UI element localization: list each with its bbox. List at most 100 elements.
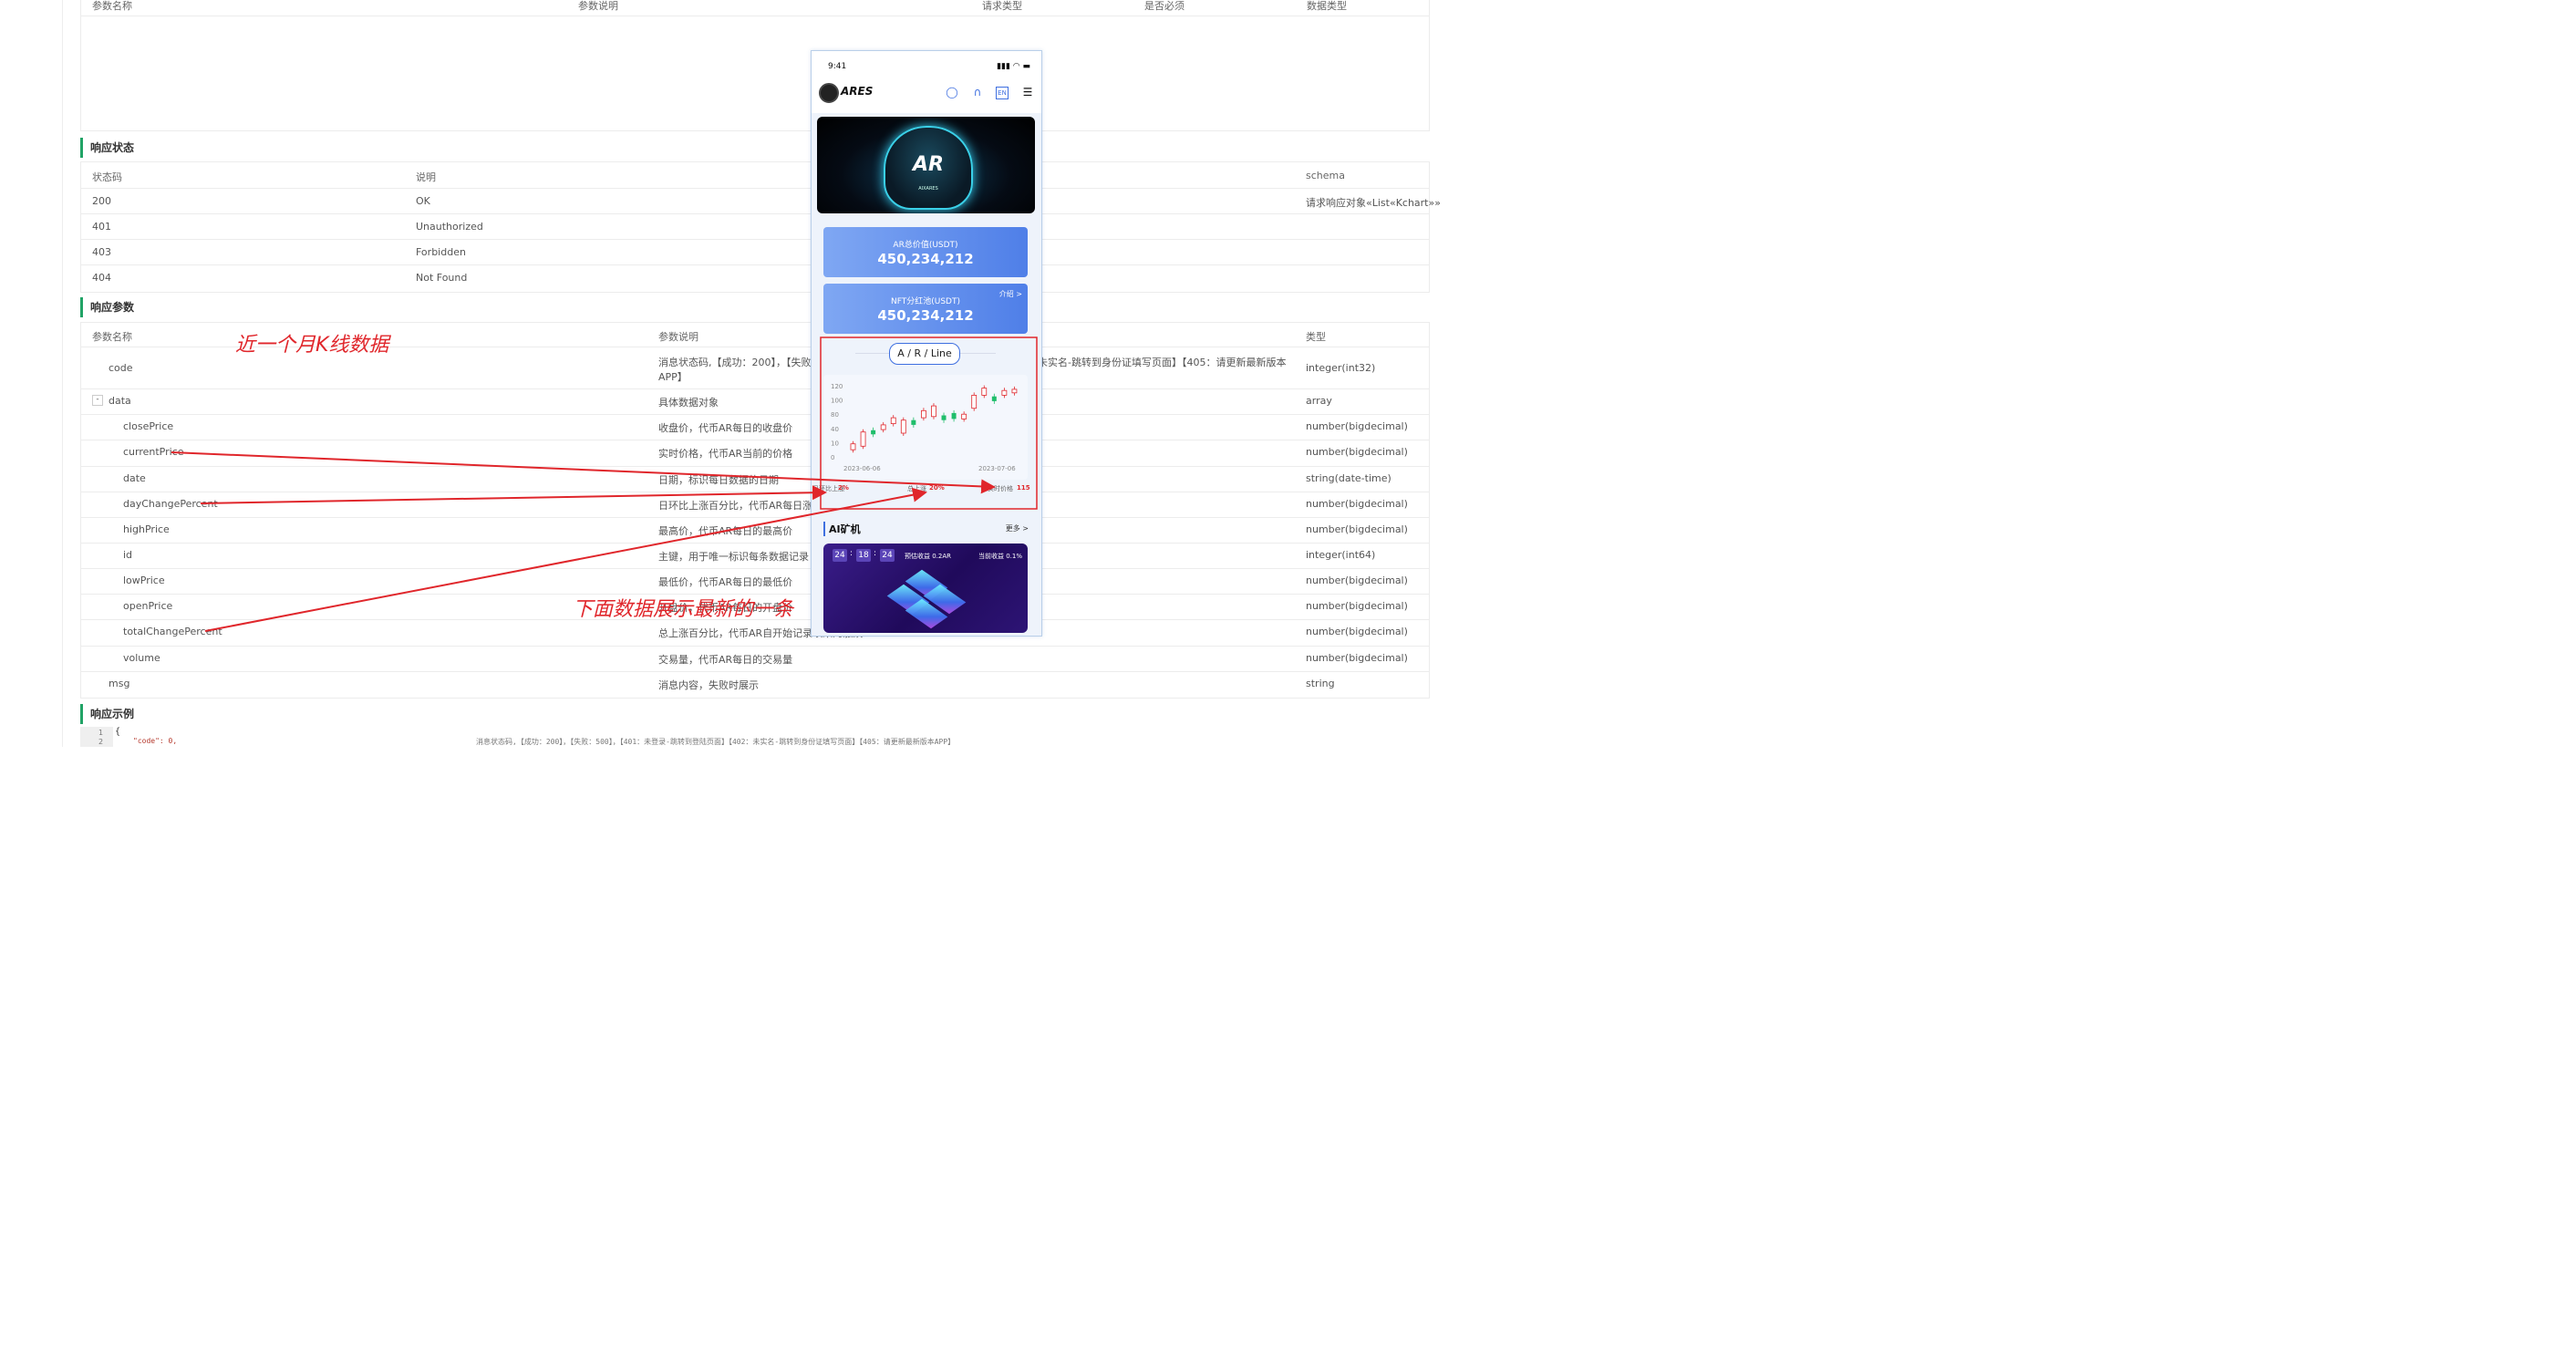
param-name: highPrice: [123, 523, 170, 535]
param-desc: 消息内容，失败时展示: [658, 679, 759, 691]
param-desc: 最高价，代币AR每日的最高价: [658, 525, 793, 537]
page: 参数名称 参数说明 请求类型 是否必须 数据类型 响应状态 状态码 说明 sch…: [0, 0, 1441, 747]
param-name: closePrice: [123, 420, 174, 432]
param-type: number(bigdecimal): [1306, 652, 1408, 664]
status-bar: 9:41 ▮▮▮ ◠ ▬: [812, 51, 1041, 80]
banner-sub: AIXARES: [918, 186, 938, 192]
param-desc: 主键，用于唯一标识每条数据记录: [658, 551, 809, 563]
candle-body: [890, 417, 896, 424]
candle-body: [961, 413, 967, 419]
y-tick-label: 0: [831, 454, 834, 461]
candle-body: [871, 430, 876, 435]
param-type: number(bigdecimal): [1306, 575, 1408, 586]
param-desc-right: 未实名-跳转到身份证填写页面】【405：请更新最新版本: [1038, 357, 1287, 368]
stat-total-label: 总上涨: [907, 485, 926, 492]
header-status-code: 状态码: [92, 171, 122, 183]
api-doc: 参数名称 参数说明 请求类型 是否必须 数据类型 响应状态 状态码 说明 sch…: [80, 0, 1441, 747]
code-comment: 消息状态码,【成功：200】，【失败：500】，【401：未登录-跳转到登陆页面…: [476, 738, 956, 746]
line-gutter: [80, 727, 113, 747]
status-schema[interactable]: 请求响应对象«List«Kchart»»: [1306, 195, 1441, 210]
language-icon[interactable]: EN: [996, 87, 1009, 99]
logo-icon: [819, 83, 839, 103]
line-number: 2: [98, 738, 104, 746]
status-code: 401: [92, 221, 111, 233]
candle-body: [850, 443, 856, 450]
param-type: number(bigdecimal): [1306, 600, 1408, 612]
stat-price-value: 115: [1017, 484, 1030, 492]
x-tick-label: 2023-07-06: [978, 465, 1016, 472]
param-type: number(bigdecimal): [1306, 626, 1408, 637]
status-code: 404: [92, 272, 111, 284]
header-param-name: 参数名称: [92, 0, 132, 12]
chart-tab[interactable]: A / R / Line: [889, 343, 960, 365]
header-required: 是否必须: [1144, 0, 1185, 12]
param-type: integer(int32): [1306, 362, 1376, 374]
y-tick-label: 100: [831, 398, 843, 405]
left-gutter: [0, 0, 63, 747]
candle-body: [991, 396, 997, 401]
line-number: 1: [98, 729, 104, 737]
param-type: integer(int64): [1306, 549, 1376, 561]
param-desc: 收盘价，代币AR每日的收盘价: [658, 422, 793, 434]
param-name: lowPrice: [123, 575, 165, 586]
signal-battery-icon: ▮▮▮ ◠ ▬: [997, 62, 1030, 71]
phone-mockup: 9:41 ▮▮▮ ◠ ▬ ARES ◯ ∩ EN ☰ AR AIXARES AR…: [811, 50, 1042, 637]
candle-body: [981, 388, 988, 396]
header-request-type: 请求类型: [982, 0, 1022, 12]
expand-toggle[interactable]: -: [92, 395, 103, 406]
param-type: string: [1306, 678, 1335, 689]
param-type: number(bigdecimal): [1306, 498, 1408, 510]
param-name: volume: [123, 652, 160, 664]
nft-pool-card: 介绍 > NFT分红池(USDT) 450,234,212: [823, 284, 1028, 334]
kline-chart: 12010080401002023-06-06 2023-07-06: [831, 383, 1018, 472]
param-type: number(bigdecimal): [1306, 523, 1408, 535]
timer-hours: 24: [833, 549, 847, 562]
response-params-title: 响应参数: [80, 297, 134, 317]
param-name: dayChangePercent: [123, 498, 218, 510]
response-example-title: 响应示例: [80, 704, 134, 724]
ai-expected: 预估收益 0.2AR: [905, 553, 952, 560]
y-tick-label: 80: [831, 411, 839, 419]
ai-more-link[interactable]: 更多 >: [1006, 523, 1029, 533]
user-icon[interactable]: ◯: [945, 85, 959, 99]
param-name: date: [123, 472, 146, 484]
request-params-box: 参数名称 参数说明 请求类型 是否必须 数据类型: [80, 0, 1430, 131]
param-desc: 消息状态码,【成功：200】，【失败: [658, 357, 812, 368]
candle-body: [951, 412, 957, 419]
param-name: totalChangePercent: [123, 626, 222, 637]
annotation-top: 近一个月K线数据: [235, 334, 389, 357]
ai-current: 当前收益 0.1%: [978, 553, 1023, 560]
param-type: number(bigdecimal): [1306, 420, 1408, 432]
card-value: 450,234,212: [877, 307, 974, 324]
param-desc: 交易量，代币AR每日的交易量: [658, 654, 793, 666]
status-code: 200: [92, 195, 111, 207]
candle-body: [1011, 388, 1018, 394]
header-schema: schema: [1306, 170, 1345, 181]
candle-body: [911, 419, 916, 425]
card-label: AR总价值(USDT): [893, 241, 958, 250]
candle-body: [971, 394, 978, 409]
stat-price-label: 实时价格: [988, 485, 1013, 492]
code-editor[interactable]: 1 2 { "code": 0, 消息状态码,【成功：200】，【失败：500】…: [80, 727, 1430, 747]
headset-icon[interactable]: ∩: [970, 85, 985, 99]
card-value: 450,234,212: [877, 251, 974, 267]
brand-name: ARES: [841, 85, 874, 98]
menu-icon[interactable]: ☰: [1020, 85, 1035, 99]
ai-miner-card[interactable]: 24 : 18 : 24 预估收益 0.2AR 当前收益 0.1%: [823, 544, 1028, 633]
candle-body: [921, 409, 926, 419]
code-line: {: [115, 727, 121, 737]
param-name: data: [109, 395, 131, 407]
header-status-desc: 说明: [416, 171, 436, 183]
ar-total-card: AR总价值(USDT) 450,234,212: [823, 227, 1028, 277]
param-desc: 日期，标识每日数据的日期: [658, 474, 779, 486]
status-time: 9:41: [828, 62, 847, 71]
response-status-table: 状态码 说明 schema 200 OK 请求响应对象«List«Kchart»…: [80, 161, 1441, 293]
status-desc: Unauthorized: [416, 221, 483, 233]
timer-colon: :: [874, 549, 877, 558]
candle-body: [1001, 389, 1008, 396]
param-desc-line2: APP】: [658, 371, 688, 383]
timer-colon: :: [850, 549, 853, 558]
param-desc: 具体数据对象: [658, 397, 719, 409]
response-params-table: 参数名称 参数说明 类型 code 消息状态码,【成功：200】，【失败 未实名…: [80, 322, 1430, 699]
param-desc: 日环比上涨百分比，代币AR每日涨跌: [658, 500, 823, 512]
